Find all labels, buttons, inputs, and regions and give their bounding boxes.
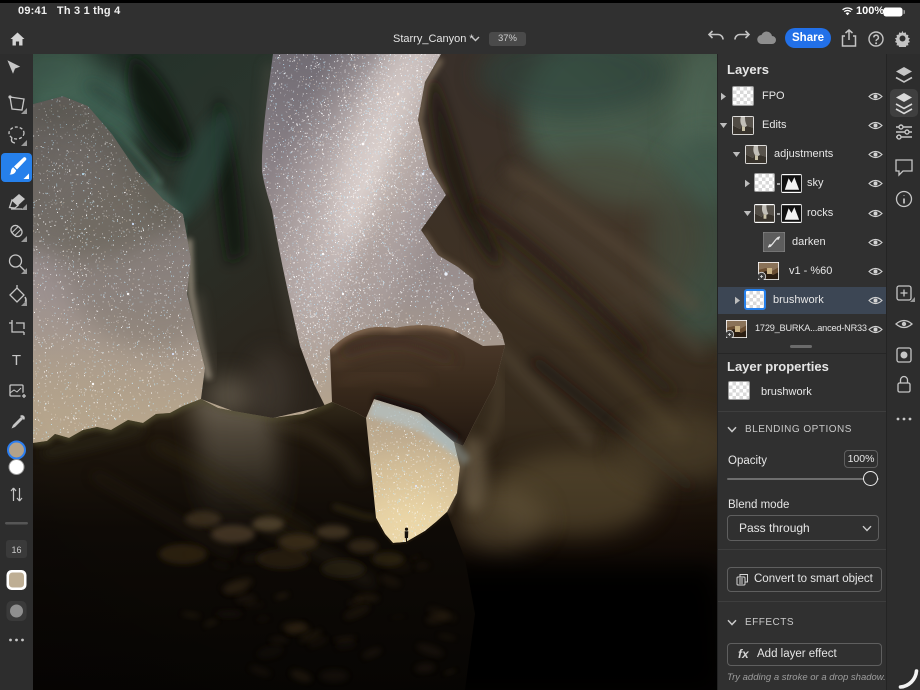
- svg-text:T: T: [12, 352, 21, 369]
- svg-text:16: 16: [11, 545, 21, 555]
